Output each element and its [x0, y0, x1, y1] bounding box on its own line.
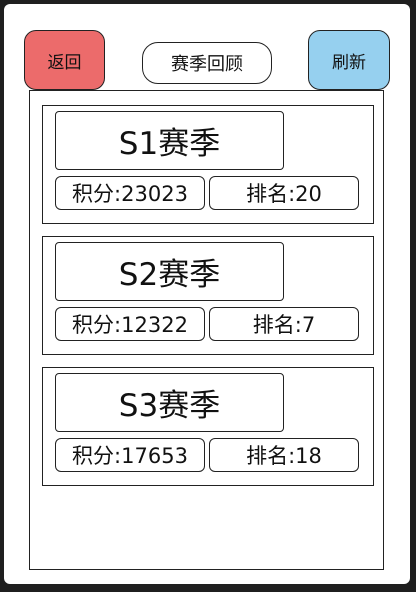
back-button[interactable]: 返回	[24, 30, 105, 90]
refresh-button[interactable]: 刷新	[308, 30, 390, 90]
app-screen: 返回 赛季回顾 刷新 S1赛季 积分:23023 排名:20 S2赛季 积分:1…	[4, 4, 410, 584]
season-card: S3赛季 积分:17653 排名:18	[42, 367, 374, 486]
season-name[interactable]: S2赛季	[55, 242, 284, 301]
season-name[interactable]: S3赛季	[55, 373, 284, 432]
season-rank: 排名:18	[209, 438, 359, 472]
season-card: S2赛季 积分:12322 排名:7	[42, 236, 374, 355]
season-score: 积分:23023	[55, 176, 205, 210]
season-rank: 排名:20	[209, 176, 359, 210]
season-score: 积分:12322	[55, 307, 205, 341]
season-name[interactable]: S1赛季	[55, 111, 284, 170]
season-card: S1赛季 积分:23023 排名:20	[42, 105, 374, 224]
page-title: 赛季回顾	[142, 42, 272, 84]
season-rank: 排名:7	[209, 307, 359, 341]
season-list: S1赛季 积分:23023 排名:20 S2赛季 积分:12322 排名:7 S…	[29, 90, 384, 570]
season-score: 积分:17653	[55, 438, 205, 472]
